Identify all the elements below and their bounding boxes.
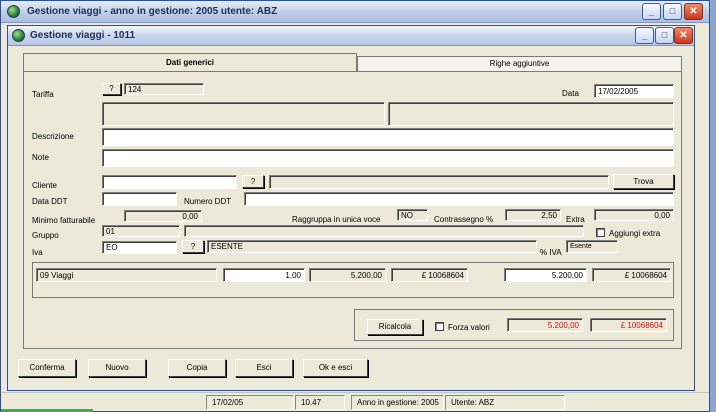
iva-lookup-button[interactable]: ? [182,240,204,253]
form-panel: Tariffa ? 124 Data 17/02/2005 Descrizion… [23,71,682,349]
tab-righe-aggiuntive[interactable]: Righe aggiuntive [357,56,682,71]
row-group: 09 Viaggi 1,00 5.200,00 £ 10068604 5.200… [32,262,674,298]
numero-ddt-label: Numero DDT [184,197,232,206]
tariffa-field[interactable]: 124 [124,83,204,95]
totals-total-lit-field: £ 10068604 [590,318,667,332]
status-utente: Utente: ABZ [445,395,565,410]
ricalcola-button[interactable]: Ricalcola [367,319,423,335]
data-label: Data [562,89,579,98]
row-qty-field[interactable]: 1,00 [223,268,305,282]
main-window: Gestione viaggi - anno in gestione: 2005… [0,0,710,412]
child-close-button[interactable]: ✕ [674,27,693,44]
extra-label: Extra [566,215,585,224]
descrizione-label: Descrizione [32,132,74,141]
row-total-lit-field: £ 10068604 [592,268,671,282]
aggiungi-extra-label: Aggiungi extra [609,229,661,238]
gruppo-label: Gruppo [32,231,59,240]
copia-button[interactable]: Copia [168,359,226,377]
minimo-field[interactable]: 0,00 [124,210,202,222]
data-field[interactable]: 17/02/2005 [594,84,674,98]
statusbar: 17/02/05 10.47 Anno in gestione: 2005 Ut… [1,392,709,412]
tariffa-desc-field-2 [388,102,674,126]
status-anno: Anno in gestione: 2005 [351,395,444,410]
nuovo-button[interactable]: Nuovo [88,359,146,377]
forza-valori-checkbox[interactable] [435,322,444,331]
tariffa-label: Tariffa [32,90,54,99]
esci-button[interactable]: Esci [235,359,293,377]
row-total-field[interactable]: 5.200,00 [504,268,587,282]
child-minimize-button[interactable]: _ [635,27,654,44]
totals-total-field: 5.200,00 [507,318,583,332]
row-price-field[interactable]: 5.200,00 [309,268,386,282]
extra-field[interactable]: 0,00 [594,209,674,221]
conferma-button[interactable]: Conferma [18,359,76,377]
child-maximize-button[interactable]: □ [655,27,674,44]
contrassegno-field[interactable]: 2,50 [505,209,561,221]
trova-button[interactable]: Trova [613,174,674,189]
data-ddt-field[interactable] [102,192,177,206]
child-titlebar[interactable]: Gestione viaggi - 1011 _ □ ✕ [8,26,694,46]
main-window-title: Gestione viaggi - anno in gestione: 2005… [27,6,278,17]
cliente-label: Cliente [32,181,57,190]
main-titlebar[interactable]: Gestione viaggi - anno in gestione: 2005… [1,1,709,23]
iva-field[interactable]: EO [102,241,177,254]
gruppo-desc-field [184,225,584,237]
status-time: 10.47 [295,395,345,410]
iva-desc-field: ESENTE [207,240,537,253]
gruppo-field[interactable]: 01 [102,225,180,237]
iva-label: Iva [32,248,43,257]
perc-iva-label: % IVA [540,248,562,257]
maximize-button[interactable]: □ [663,3,682,20]
note-field[interactable] [102,149,674,167]
child-globe-icon [12,29,25,42]
data-ddt-label: Data DDT [32,197,68,206]
raggruppa-field[interactable]: NO [397,209,428,221]
cliente-field[interactable] [102,175,237,189]
tariffa-lookup-button[interactable]: ? [102,83,121,95]
minimize-button[interactable]: _ [642,3,661,20]
perc-iva-field[interactable]: Esente [566,240,618,253]
totals-group: Ricalcola Forza valori 5.200,00 £ 100686… [354,309,674,341]
app-globe-icon [7,5,20,18]
contrassegno-label: Contrassegno % [434,215,494,224]
child-window: Gestione viaggi - 1011 _ □ ✕ Dati generi… [7,25,695,391]
status-date: 17/02/05 [206,395,294,410]
numero-ddt-field[interactable] [244,192,674,206]
row-price-lit-field: £ 10068604 [391,268,468,282]
forza-valori-label: Forza valori [448,323,490,332]
tariffa-desc-field-1 [102,102,385,126]
cliente-lookup-button[interactable]: ? [242,175,264,188]
aggiungi-extra-checkbox[interactable] [596,228,605,237]
raggruppa-label: Raggruppa in unica voce [292,215,381,224]
row-desc-field: 09 Viaggi [36,268,217,282]
close-button[interactable]: ✕ [684,3,703,20]
cliente-name-field [269,175,609,189]
ok-esci-button[interactable]: Ok e esci [303,359,368,377]
child-window-title: Gestione viaggi - 1011 [30,30,136,41]
minimo-label: Minimo fatturabile [32,216,96,225]
descrizione-field[interactable] [102,128,674,146]
tab-dati-generici[interactable]: Dati generici [23,53,357,71]
note-label: Note [32,153,49,162]
